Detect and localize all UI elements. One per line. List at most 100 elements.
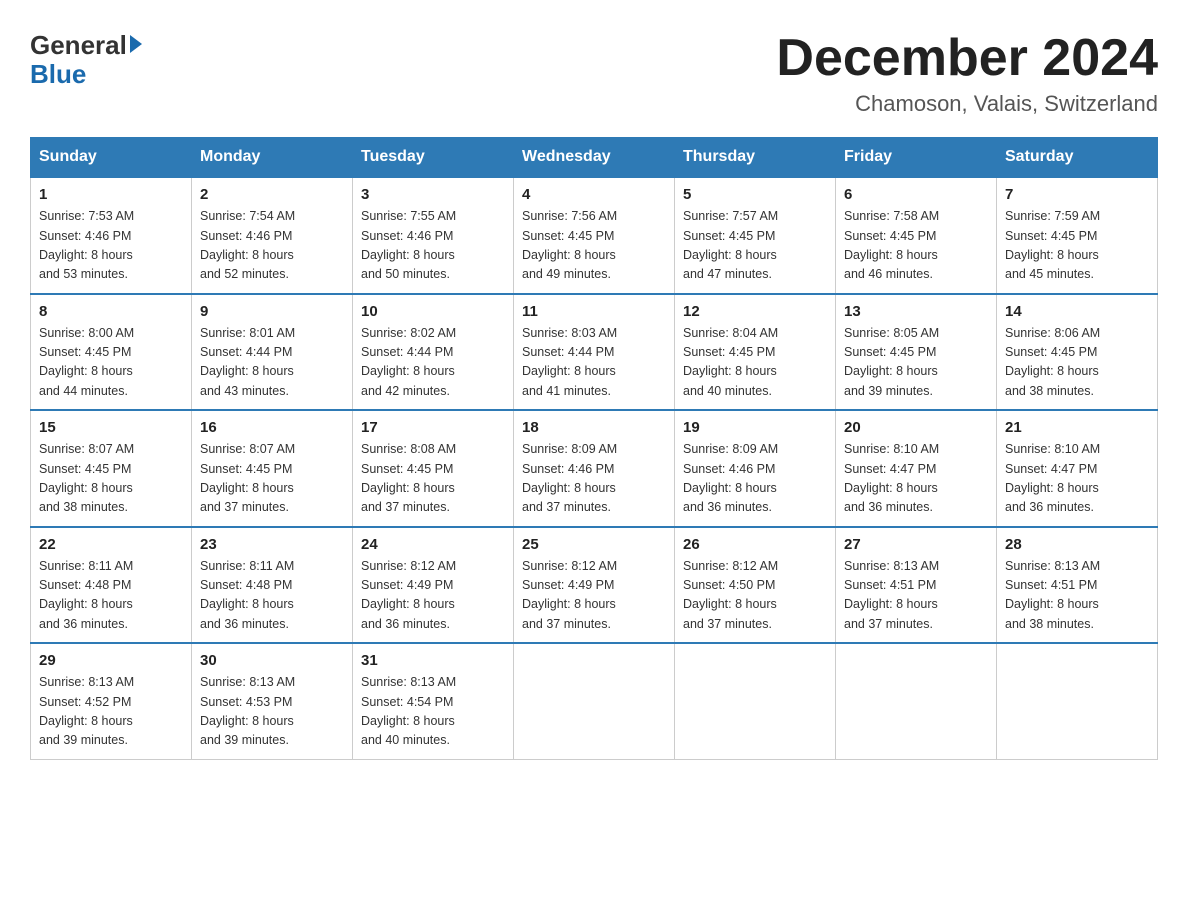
title-section: December 2024 Chamoson, Valais, Switzerl…	[776, 30, 1158, 117]
day-info: Sunrise: 8:02 AMSunset: 4:44 PMDaylight:…	[361, 324, 505, 402]
day-number: 22	[39, 536, 183, 553]
day-info: Sunrise: 8:07 AMSunset: 4:45 PMDaylight:…	[39, 440, 183, 518]
day-number: 24	[361, 536, 505, 553]
day-number: 9	[200, 303, 344, 320]
table-row	[514, 643, 675, 759]
table-row	[836, 643, 997, 759]
day-info: Sunrise: 7:56 AMSunset: 4:45 PMDaylight:…	[522, 207, 666, 285]
day-number: 8	[39, 303, 183, 320]
table-row: 29 Sunrise: 8:13 AMSunset: 4:52 PMDaylig…	[31, 643, 192, 759]
table-row: 5 Sunrise: 7:57 AMSunset: 4:45 PMDayligh…	[675, 177, 836, 294]
table-row: 15 Sunrise: 8:07 AMSunset: 4:45 PMDaylig…	[31, 410, 192, 527]
day-info: Sunrise: 8:11 AMSunset: 4:48 PMDaylight:…	[39, 557, 183, 635]
table-row: 22 Sunrise: 8:11 AMSunset: 4:48 PMDaylig…	[31, 527, 192, 644]
table-row: 28 Sunrise: 8:13 AMSunset: 4:51 PMDaylig…	[997, 527, 1158, 644]
day-number: 15	[39, 419, 183, 436]
table-row: 12 Sunrise: 8:04 AMSunset: 4:45 PMDaylig…	[675, 294, 836, 411]
day-info: Sunrise: 8:07 AMSunset: 4:45 PMDaylight:…	[200, 440, 344, 518]
table-row: 31 Sunrise: 8:13 AMSunset: 4:54 PMDaylig…	[353, 643, 514, 759]
table-row: 20 Sunrise: 8:10 AMSunset: 4:47 PMDaylig…	[836, 410, 997, 527]
col-monday: Monday	[192, 138, 353, 178]
col-thursday: Thursday	[675, 138, 836, 178]
table-row: 17 Sunrise: 8:08 AMSunset: 4:45 PMDaylig…	[353, 410, 514, 527]
day-number: 17	[361, 419, 505, 436]
day-number: 2	[200, 186, 344, 203]
table-row: 11 Sunrise: 8:03 AMSunset: 4:44 PMDaylig…	[514, 294, 675, 411]
table-row: 1 Sunrise: 7:53 AMSunset: 4:46 PMDayligh…	[31, 177, 192, 294]
table-row: 18 Sunrise: 8:09 AMSunset: 4:46 PMDaylig…	[514, 410, 675, 527]
day-info: Sunrise: 8:10 AMSunset: 4:47 PMDaylight:…	[1005, 440, 1149, 518]
calendar-week-row: 8 Sunrise: 8:00 AMSunset: 4:45 PMDayligh…	[31, 294, 1158, 411]
table-row: 26 Sunrise: 8:12 AMSunset: 4:50 PMDaylig…	[675, 527, 836, 644]
day-number: 1	[39, 186, 183, 203]
day-number: 11	[522, 303, 666, 320]
day-number: 18	[522, 419, 666, 436]
day-number: 7	[1005, 186, 1149, 203]
day-number: 31	[361, 652, 505, 669]
day-info: Sunrise: 8:09 AMSunset: 4:46 PMDaylight:…	[522, 440, 666, 518]
location-subtitle: Chamoson, Valais, Switzerland	[776, 91, 1158, 117]
day-info: Sunrise: 7:53 AMSunset: 4:46 PMDaylight:…	[39, 207, 183, 285]
day-number: 23	[200, 536, 344, 553]
table-row: 9 Sunrise: 8:01 AMSunset: 4:44 PMDayligh…	[192, 294, 353, 411]
day-number: 14	[1005, 303, 1149, 320]
col-wednesday: Wednesday	[514, 138, 675, 178]
table-row: 30 Sunrise: 8:13 AMSunset: 4:53 PMDaylig…	[192, 643, 353, 759]
calendar-week-row: 15 Sunrise: 8:07 AMSunset: 4:45 PMDaylig…	[31, 410, 1158, 527]
day-info: Sunrise: 8:13 AMSunset: 4:52 PMDaylight:…	[39, 673, 183, 751]
day-number: 29	[39, 652, 183, 669]
day-info: Sunrise: 8:13 AMSunset: 4:53 PMDaylight:…	[200, 673, 344, 751]
day-number: 26	[683, 536, 827, 553]
table-row: 21 Sunrise: 8:10 AMSunset: 4:47 PMDaylig…	[997, 410, 1158, 527]
day-info: Sunrise: 8:13 AMSunset: 4:54 PMDaylight:…	[361, 673, 505, 751]
day-number: 19	[683, 419, 827, 436]
day-number: 10	[361, 303, 505, 320]
table-row: 23 Sunrise: 8:11 AMSunset: 4:48 PMDaylig…	[192, 527, 353, 644]
day-info: Sunrise: 8:04 AMSunset: 4:45 PMDaylight:…	[683, 324, 827, 402]
day-info: Sunrise: 8:01 AMSunset: 4:44 PMDaylight:…	[200, 324, 344, 402]
logo-general-text: General	[30, 30, 127, 61]
table-row	[997, 643, 1158, 759]
day-info: Sunrise: 8:13 AMSunset: 4:51 PMDaylight:…	[1005, 557, 1149, 635]
table-row: 14 Sunrise: 8:06 AMSunset: 4:45 PMDaylig…	[997, 294, 1158, 411]
day-number: 25	[522, 536, 666, 553]
day-info: Sunrise: 7:58 AMSunset: 4:45 PMDaylight:…	[844, 207, 988, 285]
day-info: Sunrise: 8:09 AMSunset: 4:46 PMDaylight:…	[683, 440, 827, 518]
calendar-week-row: 1 Sunrise: 7:53 AMSunset: 4:46 PMDayligh…	[31, 177, 1158, 294]
day-info: Sunrise: 8:08 AMSunset: 4:45 PMDaylight:…	[361, 440, 505, 518]
calendar-table: Sunday Monday Tuesday Wednesday Thursday…	[30, 137, 1158, 760]
day-info: Sunrise: 7:55 AMSunset: 4:46 PMDaylight:…	[361, 207, 505, 285]
day-info: Sunrise: 8:06 AMSunset: 4:45 PMDaylight:…	[1005, 324, 1149, 402]
table-row: 24 Sunrise: 8:12 AMSunset: 4:49 PMDaylig…	[353, 527, 514, 644]
logo-blue-text: Blue	[30, 59, 86, 90]
day-info: Sunrise: 8:13 AMSunset: 4:51 PMDaylight:…	[844, 557, 988, 635]
calendar-week-row: 22 Sunrise: 8:11 AMSunset: 4:48 PMDaylig…	[31, 527, 1158, 644]
day-number: 6	[844, 186, 988, 203]
day-number: 3	[361, 186, 505, 203]
table-row: 7 Sunrise: 7:59 AMSunset: 4:45 PMDayligh…	[997, 177, 1158, 294]
day-number: 16	[200, 419, 344, 436]
table-row	[675, 643, 836, 759]
col-tuesday: Tuesday	[353, 138, 514, 178]
logo: General Blue	[30, 30, 142, 90]
day-info: Sunrise: 8:05 AMSunset: 4:45 PMDaylight:…	[844, 324, 988, 402]
table-row: 2 Sunrise: 7:54 AMSunset: 4:46 PMDayligh…	[192, 177, 353, 294]
table-row: 27 Sunrise: 8:13 AMSunset: 4:51 PMDaylig…	[836, 527, 997, 644]
col-friday: Friday	[836, 138, 997, 178]
table-row: 19 Sunrise: 8:09 AMSunset: 4:46 PMDaylig…	[675, 410, 836, 527]
day-number: 20	[844, 419, 988, 436]
day-number: 30	[200, 652, 344, 669]
day-info: Sunrise: 7:54 AMSunset: 4:46 PMDaylight:…	[200, 207, 344, 285]
table-row: 10 Sunrise: 8:02 AMSunset: 4:44 PMDaylig…	[353, 294, 514, 411]
day-info: Sunrise: 7:59 AMSunset: 4:45 PMDaylight:…	[1005, 207, 1149, 285]
day-number: 28	[1005, 536, 1149, 553]
table-row: 16 Sunrise: 8:07 AMSunset: 4:45 PMDaylig…	[192, 410, 353, 527]
table-row: 8 Sunrise: 8:00 AMSunset: 4:45 PMDayligh…	[31, 294, 192, 411]
table-row: 4 Sunrise: 7:56 AMSunset: 4:45 PMDayligh…	[514, 177, 675, 294]
day-number: 27	[844, 536, 988, 553]
day-number: 4	[522, 186, 666, 203]
logo-triangle-icon	[130, 35, 142, 53]
day-info: Sunrise: 8:12 AMSunset: 4:50 PMDaylight:…	[683, 557, 827, 635]
day-number: 13	[844, 303, 988, 320]
day-info: Sunrise: 8:10 AMSunset: 4:47 PMDaylight:…	[844, 440, 988, 518]
